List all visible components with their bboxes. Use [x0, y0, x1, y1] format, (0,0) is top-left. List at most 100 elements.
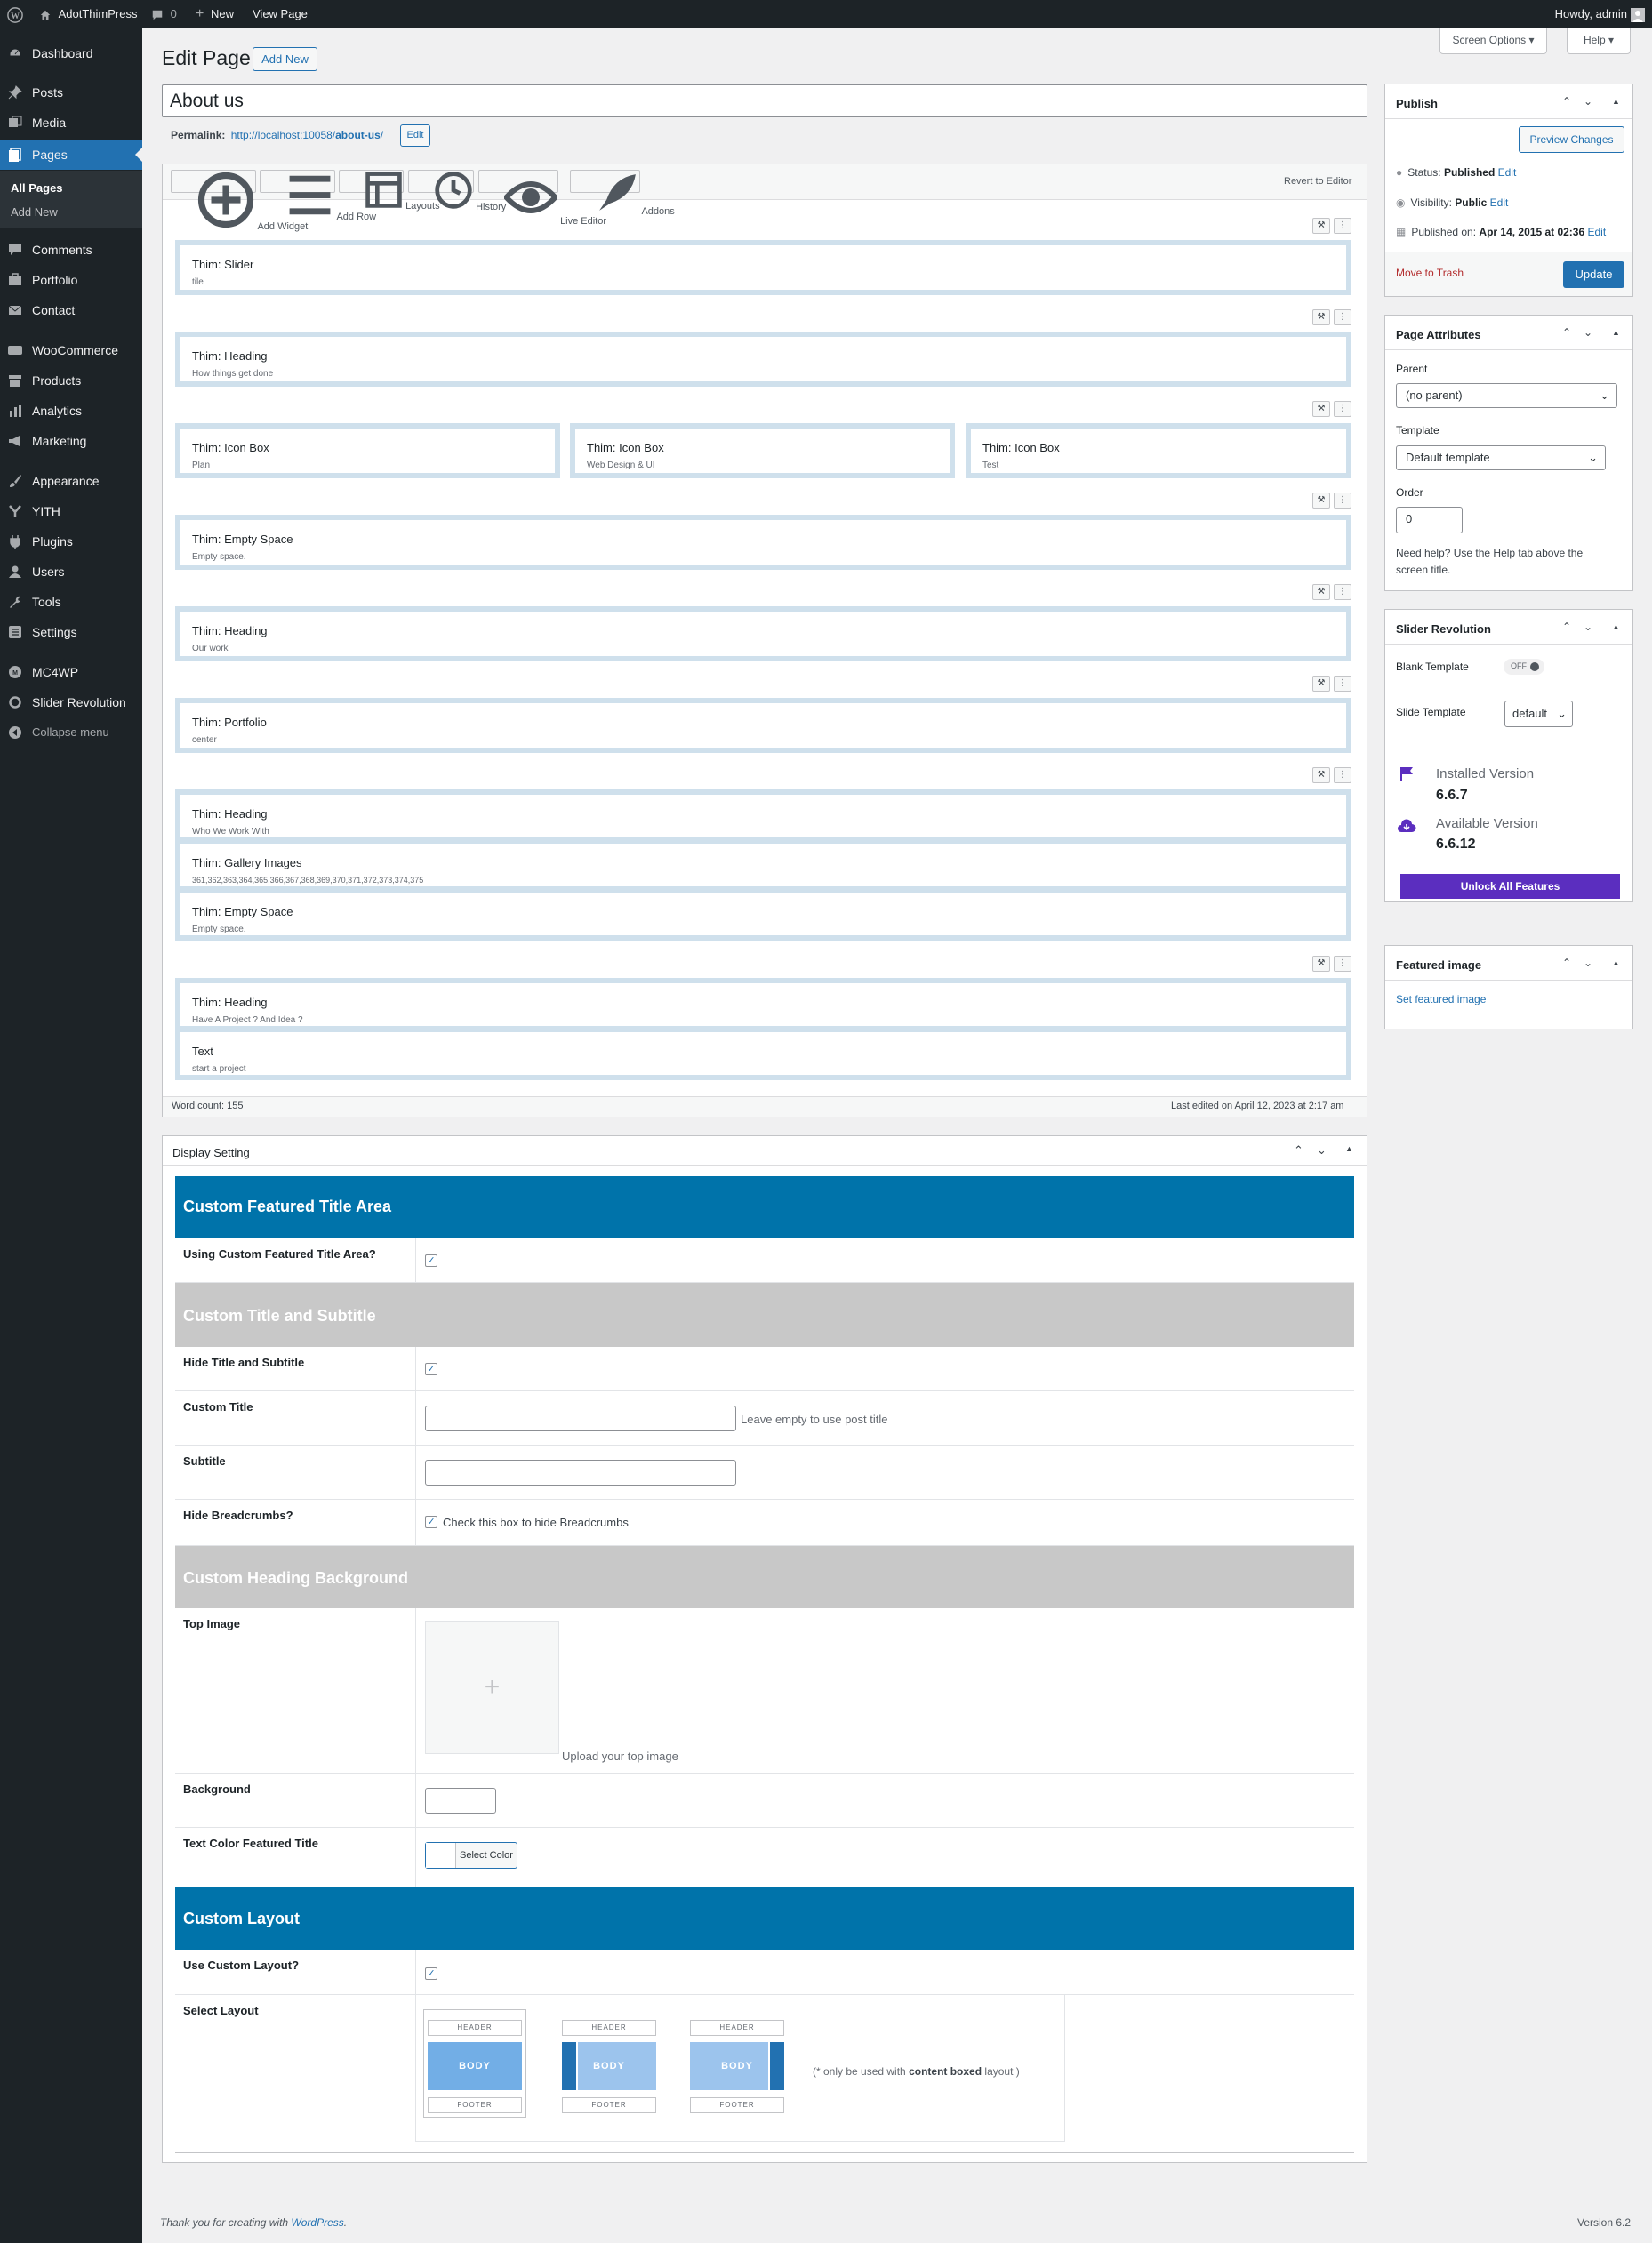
menu-dashboard[interactable]: Dashboard: [0, 38, 142, 68]
menu-mc4wp[interactable]: M MC4WP: [0, 657, 142, 687]
addons-button[interactable]: Addons: [570, 170, 675, 217]
collapse-toggle-icon[interactable]: ▲: [1612, 622, 1620, 631]
widget-card[interactable]: Thim: Icon Box Web Design & UI: [574, 428, 950, 474]
submenu-all-pages[interactable]: All Pages: [11, 181, 63, 195]
collapse-toggle-icon[interactable]: ▲: [1612, 958, 1620, 967]
row-move-handle-icon[interactable]: ⋮: [1334, 676, 1351, 692]
custom-title-input[interactable]: [425, 1406, 736, 1431]
howdy-account[interactable]: Howdy, admin: [1555, 0, 1627, 28]
revert-to-editor-link[interactable]: Revert to Editor: [1284, 176, 1351, 187]
menu-woocommerce[interactable]: WooCommerce: [0, 335, 142, 365]
menu-slider-revolution[interactable]: Slider Revolution: [0, 687, 142, 717]
layout-option-right-sidebar[interactable]: HEADER BODY FOOTER: [690, 2020, 784, 2116]
move-up-icon[interactable]: ⌃: [1562, 621, 1571, 633]
layouts-button[interactable]: Layouts: [339, 170, 440, 212]
widget-card[interactable]: Thim: Heading How things get done: [180, 336, 1347, 382]
move-down-icon[interactable]: ⌄: [1584, 621, 1592, 633]
widget-card[interactable]: Thim: Empty Space Empty space.: [180, 519, 1347, 565]
collapse-toggle-icon[interactable]: ▲: [1345, 1144, 1353, 1153]
menu-pages[interactable]: Pages: [0, 140, 142, 170]
menu-comments[interactable]: Comments: [0, 235, 142, 265]
permalink-link[interactable]: http://localhost:10058/about-us/: [231, 129, 383, 141]
edit-date-link[interactable]: Edit: [1588, 226, 1607, 238]
use-custom-layout-checkbox[interactable]: ✓: [425, 1967, 437, 1980]
row-move-handle-icon[interactable]: ⋮: [1334, 218, 1351, 234]
wordpress-logo-icon[interactable]: W: [7, 0, 23, 28]
template-select[interactable]: Default template ⌄: [1396, 445, 1606, 470]
hide-title-checkbox[interactable]: ✓: [425, 1363, 437, 1375]
menu-settings[interactable]: Settings: [0, 617, 142, 647]
row-settings-wrench-icon[interactable]: ⚒: [1312, 676, 1330, 692]
widget-card[interactable]: Thim: Icon Box Plan: [180, 428, 556, 474]
menu-tools[interactable]: Tools: [0, 587, 142, 617]
collapse-menu-button[interactable]: Collapse menu: [0, 717, 142, 748]
add-row-button[interactable]: Add Row: [260, 170, 376, 222]
row-move-handle-icon[interactable]: ⋮: [1334, 956, 1351, 972]
menu-users[interactable]: Users: [0, 557, 142, 587]
menu-posts[interactable]: Posts: [0, 77, 142, 108]
set-featured-image-link[interactable]: Set featured image: [1396, 993, 1486, 1005]
slide-template-select[interactable]: default ⌄: [1504, 701, 1573, 727]
edit-visibility-link[interactable]: Edit: [1490, 196, 1509, 209]
layout-option-full-width[interactable]: HEADER BODY FOOTER: [428, 2020, 522, 2116]
submenu-add-new[interactable]: Add New: [11, 205, 58, 219]
menu-media[interactable]: Media: [0, 108, 142, 138]
row-settings-wrench-icon[interactable]: ⚒: [1312, 309, 1330, 325]
menu-portfolio[interactable]: Portfolio: [0, 265, 142, 295]
widget-card[interactable]: Thim: Portfolio center: [180, 702, 1347, 749]
screen-options-button[interactable]: Screen Options ▾: [1439, 28, 1547, 54]
edit-status-link[interactable]: Edit: [1498, 166, 1517, 179]
move-up-icon[interactable]: ⌃: [1562, 957, 1571, 969]
collapse-toggle-icon[interactable]: ▲: [1612, 97, 1620, 106]
order-input[interactable]: 0: [1396, 507, 1463, 533]
row-move-handle-icon[interactable]: ⋮: [1334, 401, 1351, 417]
new-content-link[interactable]: + New: [196, 0, 234, 28]
move-down-icon[interactable]: ⌄: [1584, 957, 1592, 969]
collapse-toggle-icon[interactable]: ▲: [1612, 328, 1620, 337]
menu-yith[interactable]: YITH: [0, 496, 142, 526]
row-move-handle-icon[interactable]: ⋮: [1334, 309, 1351, 325]
row-settings-wrench-icon[interactable]: ⚒: [1312, 767, 1330, 783]
menu-plugins[interactable]: Plugins: [0, 526, 142, 557]
row-move-handle-icon[interactable]: ⋮: [1334, 767, 1351, 783]
menu-contact[interactable]: Contact: [0, 295, 142, 325]
row-settings-wrench-icon[interactable]: ⚒: [1312, 401, 1330, 417]
select-color-button[interactable]: Select Color: [425, 1842, 517, 1869]
using-custom-featured-checkbox[interactable]: ✓: [425, 1254, 437, 1267]
upload-image-plus-icon[interactable]: +: [425, 1621, 559, 1754]
move-down-icon[interactable]: ⌄: [1584, 326, 1592, 339]
add-new-page-button[interactable]: Add New: [253, 47, 317, 71]
move-to-trash-link[interactable]: Move to Trash: [1396, 267, 1464, 279]
menu-marketing[interactable]: Marketing: [0, 426, 142, 456]
move-down-icon[interactable]: ⌄: [1584, 95, 1592, 108]
row-move-handle-icon[interactable]: ⋮: [1334, 584, 1351, 600]
menu-appearance[interactable]: Appearance: [0, 466, 142, 496]
help-button[interactable]: Help ▾: [1567, 28, 1631, 54]
blank-template-toggle[interactable]: OFF: [1504, 659, 1544, 675]
row-settings-wrench-icon[interactable]: ⚒: [1312, 493, 1330, 509]
row-settings-wrench-icon[interactable]: ⚒: [1312, 956, 1330, 972]
preview-changes-button[interactable]: Preview Changes: [1519, 126, 1624, 153]
widget-card[interactable]: Thim: Heading Who We Work With: [180, 794, 1347, 838]
widget-card[interactable]: Thim: Slider tile: [180, 244, 1347, 291]
menu-products[interactable]: Products: [0, 365, 142, 396]
update-button[interactable]: Update: [1563, 261, 1624, 288]
site-name-link[interactable]: AdotThimPress: [39, 0, 138, 28]
menu-analytics[interactable]: Analytics: [0, 396, 142, 426]
view-page-link[interactable]: View Page: [253, 0, 308, 28]
wordpress-link[interactable]: WordPress: [291, 2216, 343, 2229]
comments-link[interactable]: 0: [151, 0, 177, 28]
live-editor-button[interactable]: Live Editor: [478, 170, 606, 227]
background-input[interactable]: [425, 1788, 496, 1814]
move-up-icon[interactable]: ⌃: [1562, 326, 1571, 339]
parent-select[interactable]: (no parent) ⌄: [1396, 383, 1617, 408]
add-widget-button[interactable]: Add Widget: [171, 170, 308, 232]
layout-option-left-sidebar[interactable]: HEADER BODY FOOTER: [562, 2020, 656, 2116]
move-down-icon[interactable]: ⌄: [1317, 1143, 1327, 1158]
permalink-edit-button[interactable]: Edit: [400, 124, 430, 147]
history-button[interactable]: History: [408, 170, 506, 212]
avatar[interactable]: [1631, 0, 1645, 28]
hide-breadcrumbs-checkbox[interactable]: ✓: [425, 1516, 437, 1528]
widget-card[interactable]: Text start a project: [180, 1031, 1347, 1076]
post-title-input[interactable]: About us: [162, 84, 1367, 117]
